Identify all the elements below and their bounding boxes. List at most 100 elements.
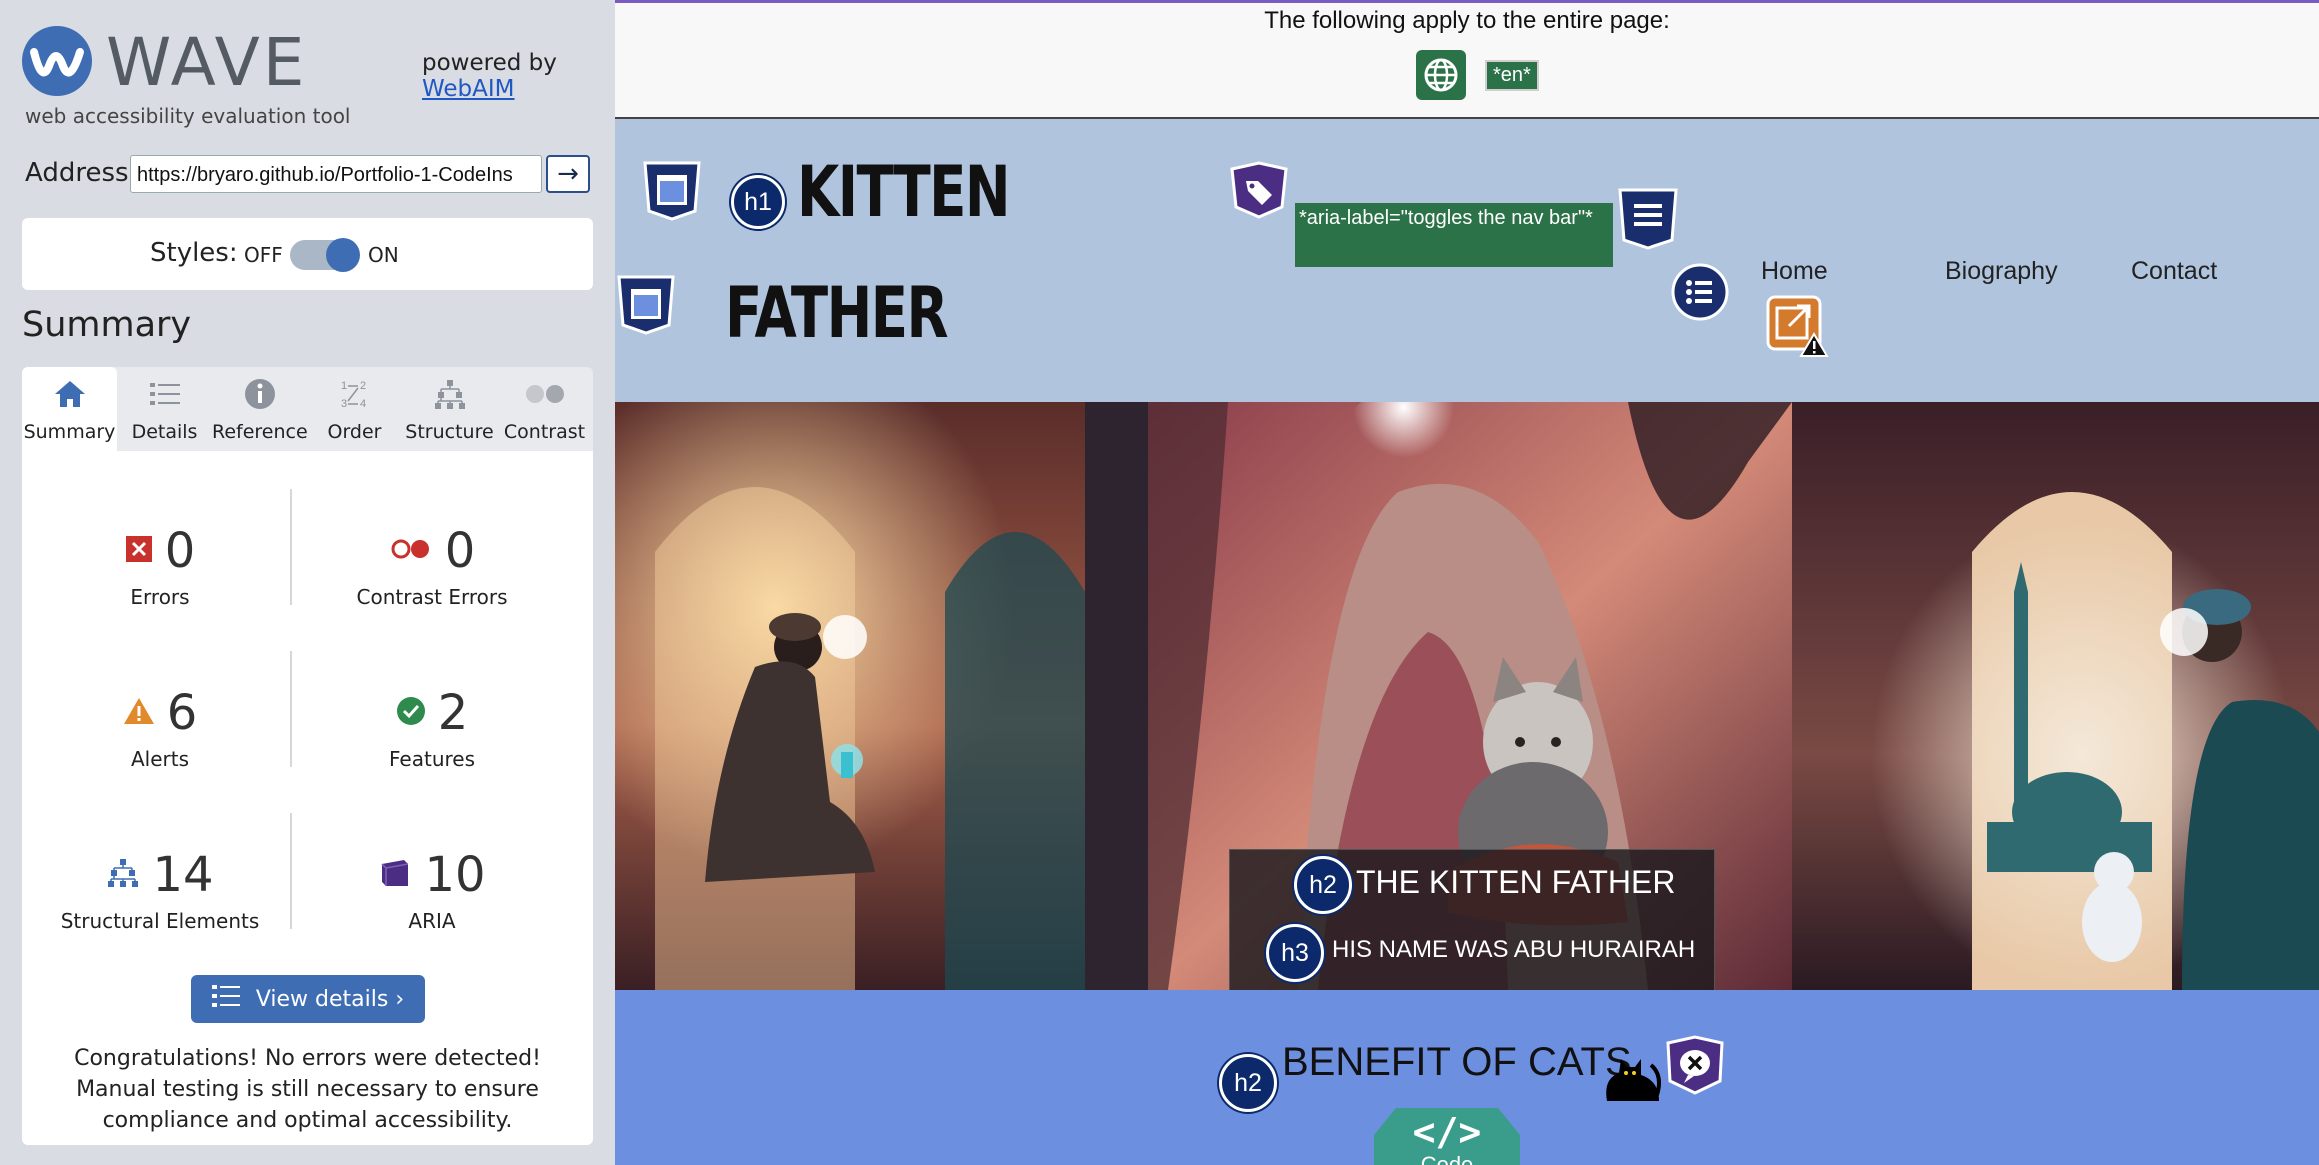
page-apply-text: The following apply to the entire page: bbox=[1264, 7, 1670, 34]
tab-structure[interactable]: Structure bbox=[402, 367, 497, 451]
arrow-right-icon: → bbox=[557, 159, 579, 189]
black-cat-icon bbox=[1601, 1045, 1663, 1107]
styles-label: Styles: bbox=[150, 238, 238, 268]
stat-structural[interactable]: 14 Structural Elements bbox=[30, 845, 290, 933]
errors-label: Errors bbox=[130, 585, 190, 609]
code-element-icon[interactable]: </> Code bbox=[1374, 1108, 1520, 1165]
nav-home-link[interactable]: Home bbox=[1761, 257, 1828, 286]
tab-contrast-label: Contrast bbox=[503, 421, 586, 443]
styles-toggle-box: Styles: OFF ON bbox=[22, 218, 593, 290]
site-title-line2: FATHER bbox=[725, 272, 949, 354]
aria-label-tag-icon[interactable] bbox=[1228, 161, 1290, 223]
toggle-knob bbox=[326, 238, 360, 272]
nav-region-icon[interactable] bbox=[1616, 186, 1680, 254]
alert-icon bbox=[123, 697, 155, 729]
stat-alerts[interactable]: 6 Alerts bbox=[30, 683, 290, 771]
tab-order[interactable]: 1 2 3 4 Order bbox=[307, 367, 402, 451]
contrast-errors-label: Contrast Errors bbox=[356, 585, 508, 609]
features-count: 2 bbox=[437, 685, 469, 741]
structural-count: 14 bbox=[152, 847, 214, 903]
summary-heading: Summary bbox=[22, 305, 192, 345]
contrast-errors-count: 0 bbox=[444, 523, 476, 579]
nav-contact-link[interactable]: Contact bbox=[2131, 257, 2217, 286]
address-go-button[interactable]: → bbox=[546, 155, 590, 193]
h2-badge[interactable]: h2 bbox=[1294, 856, 1352, 914]
divider bbox=[290, 813, 292, 929]
tab-structure-label: Structure bbox=[405, 421, 494, 443]
address-label: Address: bbox=[25, 158, 138, 188]
tab-reference[interactable]: Reference bbox=[212, 367, 308, 451]
styles-on-label: ON bbox=[368, 243, 399, 267]
stat-aria[interactable]: 10 ARIA bbox=[302, 845, 562, 933]
feature-check-icon bbox=[396, 696, 426, 730]
tab-details[interactable]: Details bbox=[117, 367, 212, 451]
tab-summary-label: Summary bbox=[23, 421, 116, 443]
code-label: Code bbox=[1420, 1152, 1474, 1165]
alerts-count: 6 bbox=[166, 685, 198, 741]
aria-cube-icon bbox=[378, 856, 412, 894]
wave-logo-icon bbox=[22, 26, 92, 96]
tab-summary[interactable]: Summary bbox=[22, 367, 117, 451]
wave-tagline: web accessibility evaluation tool bbox=[25, 104, 351, 128]
benefit-section: h2 BENEFIT OF CATS </> Code bbox=[615, 990, 2319, 1165]
tab-bar: Summary Details Reference 1 2 3 4 Order Str… bbox=[22, 367, 593, 451]
h3-badge[interactable]: h3 bbox=[1266, 924, 1324, 982]
stat-contrast-errors[interactable]: 0 Contrast Errors bbox=[302, 521, 562, 609]
congrats-message: Congratulations! No errors were detected… bbox=[74, 1046, 541, 1133]
structure-icon bbox=[402, 377, 497, 411]
list-icon bbox=[211, 983, 242, 1015]
divider bbox=[290, 651, 292, 767]
hero-image-right bbox=[1792, 402, 2319, 990]
tab-order-label: Order bbox=[327, 421, 382, 443]
address-input[interactable]: https://bryaro.github.io/Portfolio-1-Cod… bbox=[130, 155, 542, 193]
order-icon: 1 2 3 4 bbox=[307, 377, 402, 411]
header-region-icon[interactable] bbox=[641, 159, 703, 225]
divider bbox=[290, 489, 292, 605]
aria-count: 10 bbox=[424, 847, 486, 903]
svg-text:2: 2 bbox=[360, 380, 366, 392]
site-title-line1: KITTEN bbox=[797, 151, 1011, 233]
hero-caption: h2 THE KITTEN FATHER h3 HIS NAME WAS ABU… bbox=[1229, 849, 1715, 992]
hero-subheading: HIS NAME WAS ABU HURAIRAH bbox=[1332, 936, 1696, 963]
tab-details-label: Details bbox=[131, 421, 198, 443]
structural-label: Structural Elements bbox=[60, 909, 260, 933]
tab-contrast[interactable]: Contrast bbox=[497, 367, 592, 451]
nav-biography-link[interactable]: Biography bbox=[1945, 257, 2058, 286]
powered-by: powered by WebAIM bbox=[422, 50, 557, 102]
contrast-icon bbox=[497, 377, 592, 411]
summary-panel: 0 Errors 0 Contrast Errors 6 Alerts 2 Fe… bbox=[22, 451, 593, 1145]
alerts-label: Alerts bbox=[130, 747, 190, 771]
page-preview: The following apply to the entire page: … bbox=[615, 0, 2319, 1165]
header-region-icon[interactable] bbox=[615, 273, 677, 339]
aria-label: ARIA bbox=[408, 909, 456, 933]
h2-badge[interactable]: h2 bbox=[1219, 1054, 1277, 1112]
wave-sidebar: WAVE web accessibility evaluation tool p… bbox=[0, 0, 615, 1165]
structure-icon bbox=[106, 858, 140, 892]
styles-off-label: OFF bbox=[244, 243, 283, 267]
errors-count: 0 bbox=[164, 523, 196, 579]
hero-banner: h2 THE KITTEN FATHER h3 HIS NAME WAS ABU… bbox=[615, 402, 2319, 992]
code-brackets-icon: </> bbox=[1412, 1110, 1482, 1154]
svg-text:3: 3 bbox=[341, 398, 347, 410]
view-details-button[interactable]: View details › bbox=[191, 975, 425, 1023]
aria-label-text: *aria-label="toggles the nav bar"* bbox=[1295, 203, 1613, 267]
site-header: h1 KITTEN FATHER *aria-label="toggles th… bbox=[615, 119, 2319, 402]
error-icon bbox=[125, 535, 153, 567]
redundant-link-alert-icon[interactable] bbox=[1765, 294, 1829, 362]
info-icon bbox=[212, 377, 307, 411]
benefit-heading: BENEFIT OF CATS bbox=[1282, 1040, 1632, 1084]
svg-text:1: 1 bbox=[341, 380, 347, 392]
svg-text:4: 4 bbox=[360, 398, 366, 410]
unordered-list-icon[interactable] bbox=[1670, 262, 1730, 326]
styles-toggle[interactable] bbox=[290, 238, 360, 272]
stat-errors[interactable]: 0 Errors bbox=[30, 521, 290, 609]
view-details-label: View details › bbox=[255, 986, 405, 1012]
webaim-link[interactable]: WebAIM bbox=[422, 76, 557, 102]
contrast-error-icon bbox=[389, 537, 433, 565]
h1-badge[interactable]: h1 bbox=[731, 175, 785, 229]
tab-reference-label: Reference bbox=[212, 421, 308, 443]
alt-missing-alert-icon[interactable] bbox=[1664, 1035, 1726, 1101]
language-globe-icon[interactable] bbox=[1416, 50, 1466, 100]
stat-features[interactable]: 2 Features bbox=[302, 683, 562, 771]
features-label: Features bbox=[389, 747, 475, 771]
